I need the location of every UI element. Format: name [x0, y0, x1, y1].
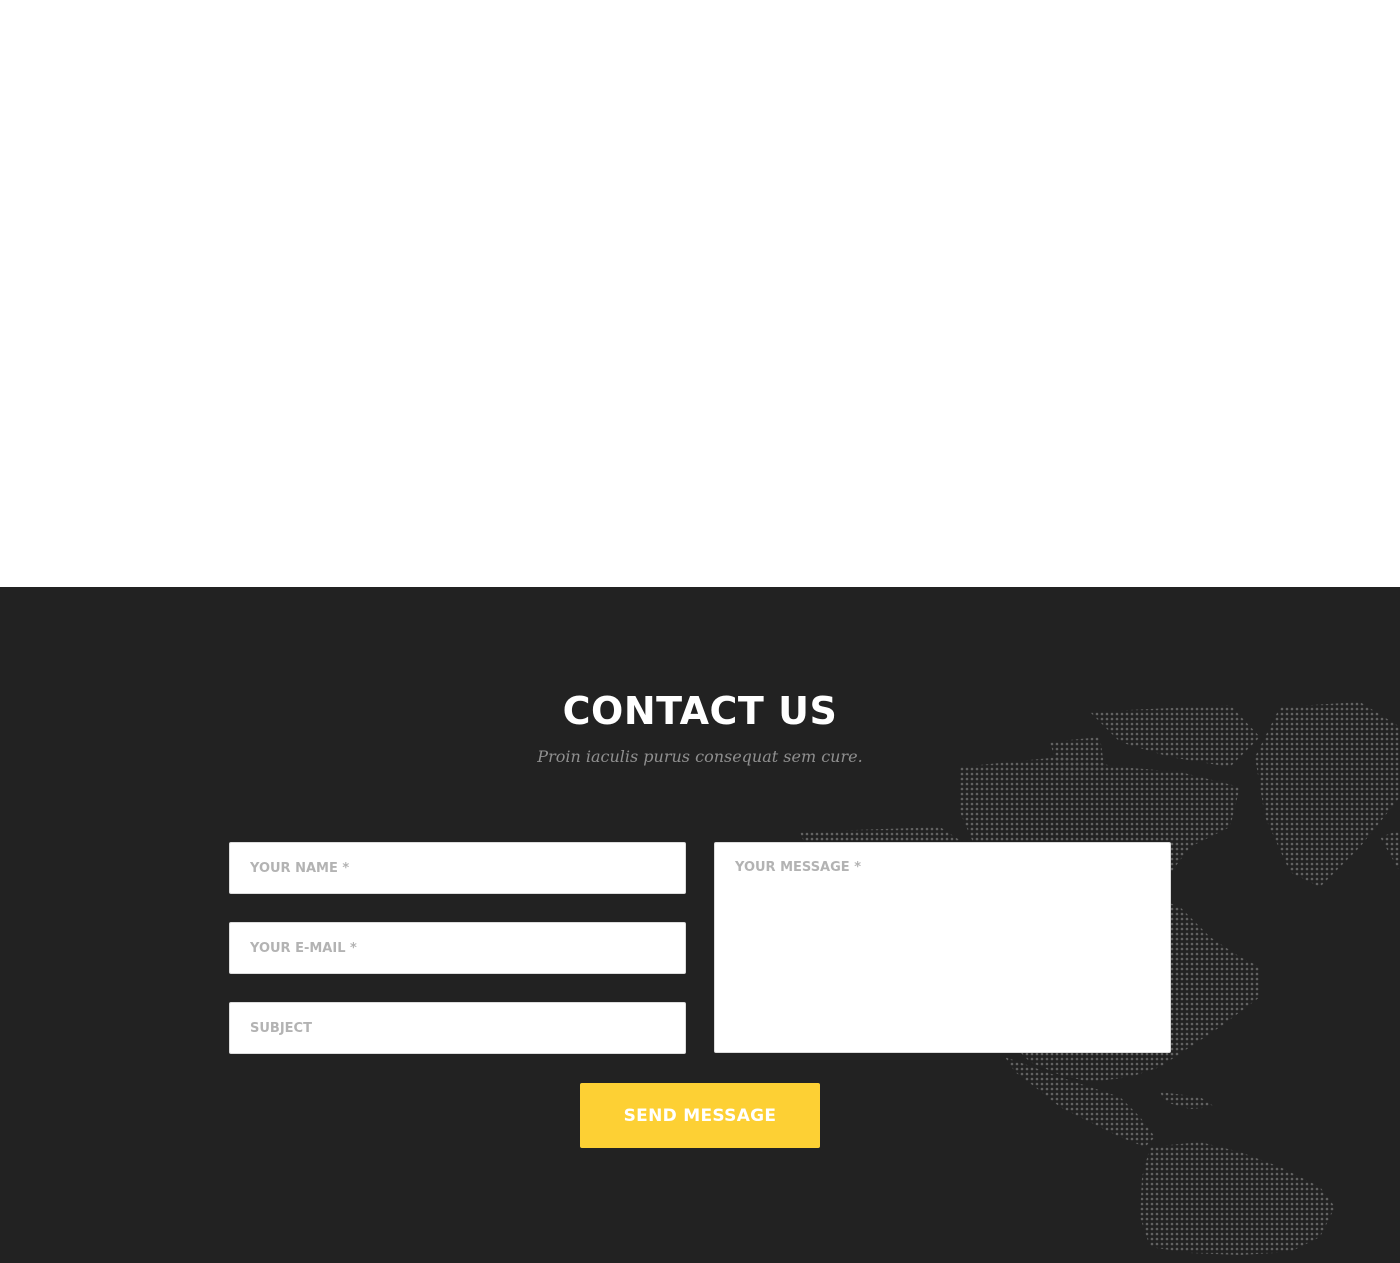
name-input[interactable]: [229, 842, 686, 894]
email-input[interactable]: [229, 922, 686, 974]
contact-title: CONTACT US: [562, 689, 838, 733]
message-textarea[interactable]: [714, 842, 1171, 1053]
contact-subtitle: Proin iaculis purus consequat sem cure.: [537, 747, 863, 766]
blank-top-area: [0, 0, 1400, 587]
contact-section: CONTACT US Proin iaculis purus consequat…: [0, 587, 1400, 1263]
send-message-button[interactable]: SEND MESSAGE: [580, 1083, 820, 1148]
subject-input[interactable]: [229, 1002, 686, 1054]
